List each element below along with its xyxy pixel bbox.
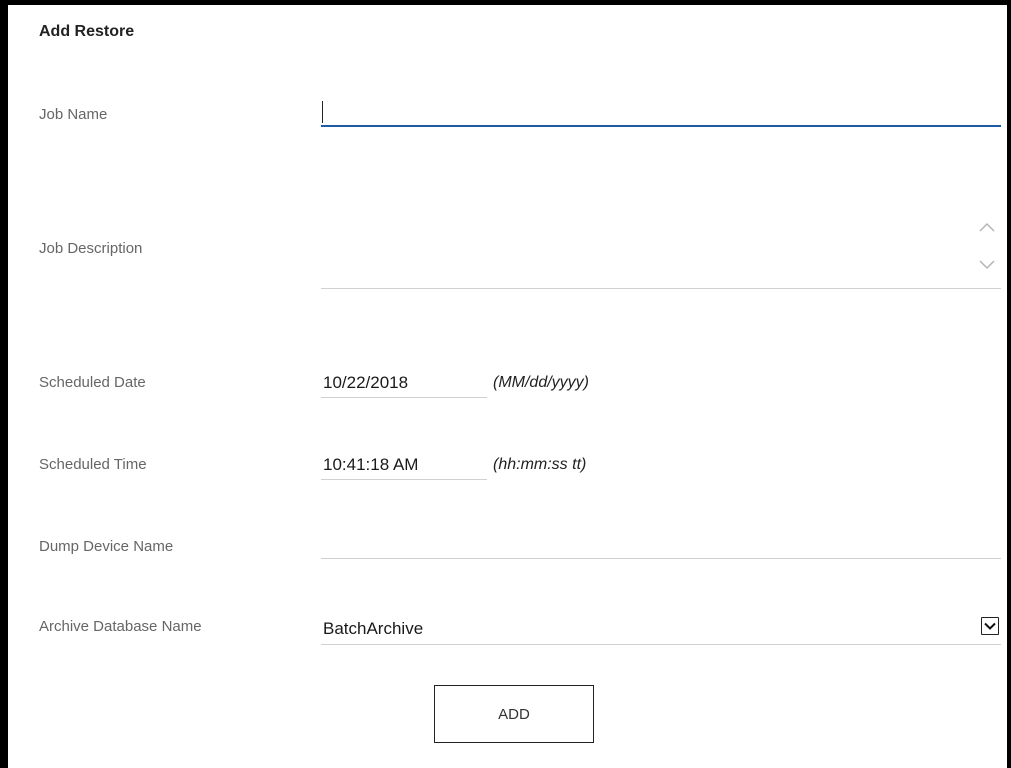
date-format-hint: (MM/dd/yyyy) [493,374,589,391]
scheduled-time-value: 10:41:18 AM [323,455,419,474]
scheduled-date-value: 10/22/2018 [323,373,409,392]
add-button[interactable]: ADD [434,685,594,743]
dump-device-name-label: Dump Device Name [39,538,174,555]
archive-database-selected-value: BatchArchive [323,619,424,638]
form-title: Add Restore [39,23,135,40]
job-name-label: Job Name [39,106,108,123]
dump-device-name-input[interactable] [321,535,1001,559]
chevron-down-icon[interactable] [979,259,995,271]
archive-database-name-label: Archive Database Name [39,618,202,635]
scheduled-time-input[interactable]: 10:41:18 AM [321,453,487,480]
text-caret [322,101,323,123]
job-description-textarea[interactable] [321,209,1001,289]
archive-database-select[interactable]: BatchArchive [321,611,1001,645]
chevron-up-icon[interactable] [979,221,995,233]
scheduled-date-input[interactable]: 10/22/2018 [321,371,487,398]
scheduled-date-label: Scheduled Date [39,374,146,391]
job-name-input[interactable] [321,99,1001,127]
scheduled-time-label: Scheduled Time [39,456,147,473]
chevron-down-icon[interactable] [981,617,999,635]
add-restore-panel: Add Restore Job Name Job Description Sch… [0,0,1011,768]
time-format-hint: (hh:mm:ss tt) [493,456,587,473]
job-description-label: Job Description [39,240,143,257]
